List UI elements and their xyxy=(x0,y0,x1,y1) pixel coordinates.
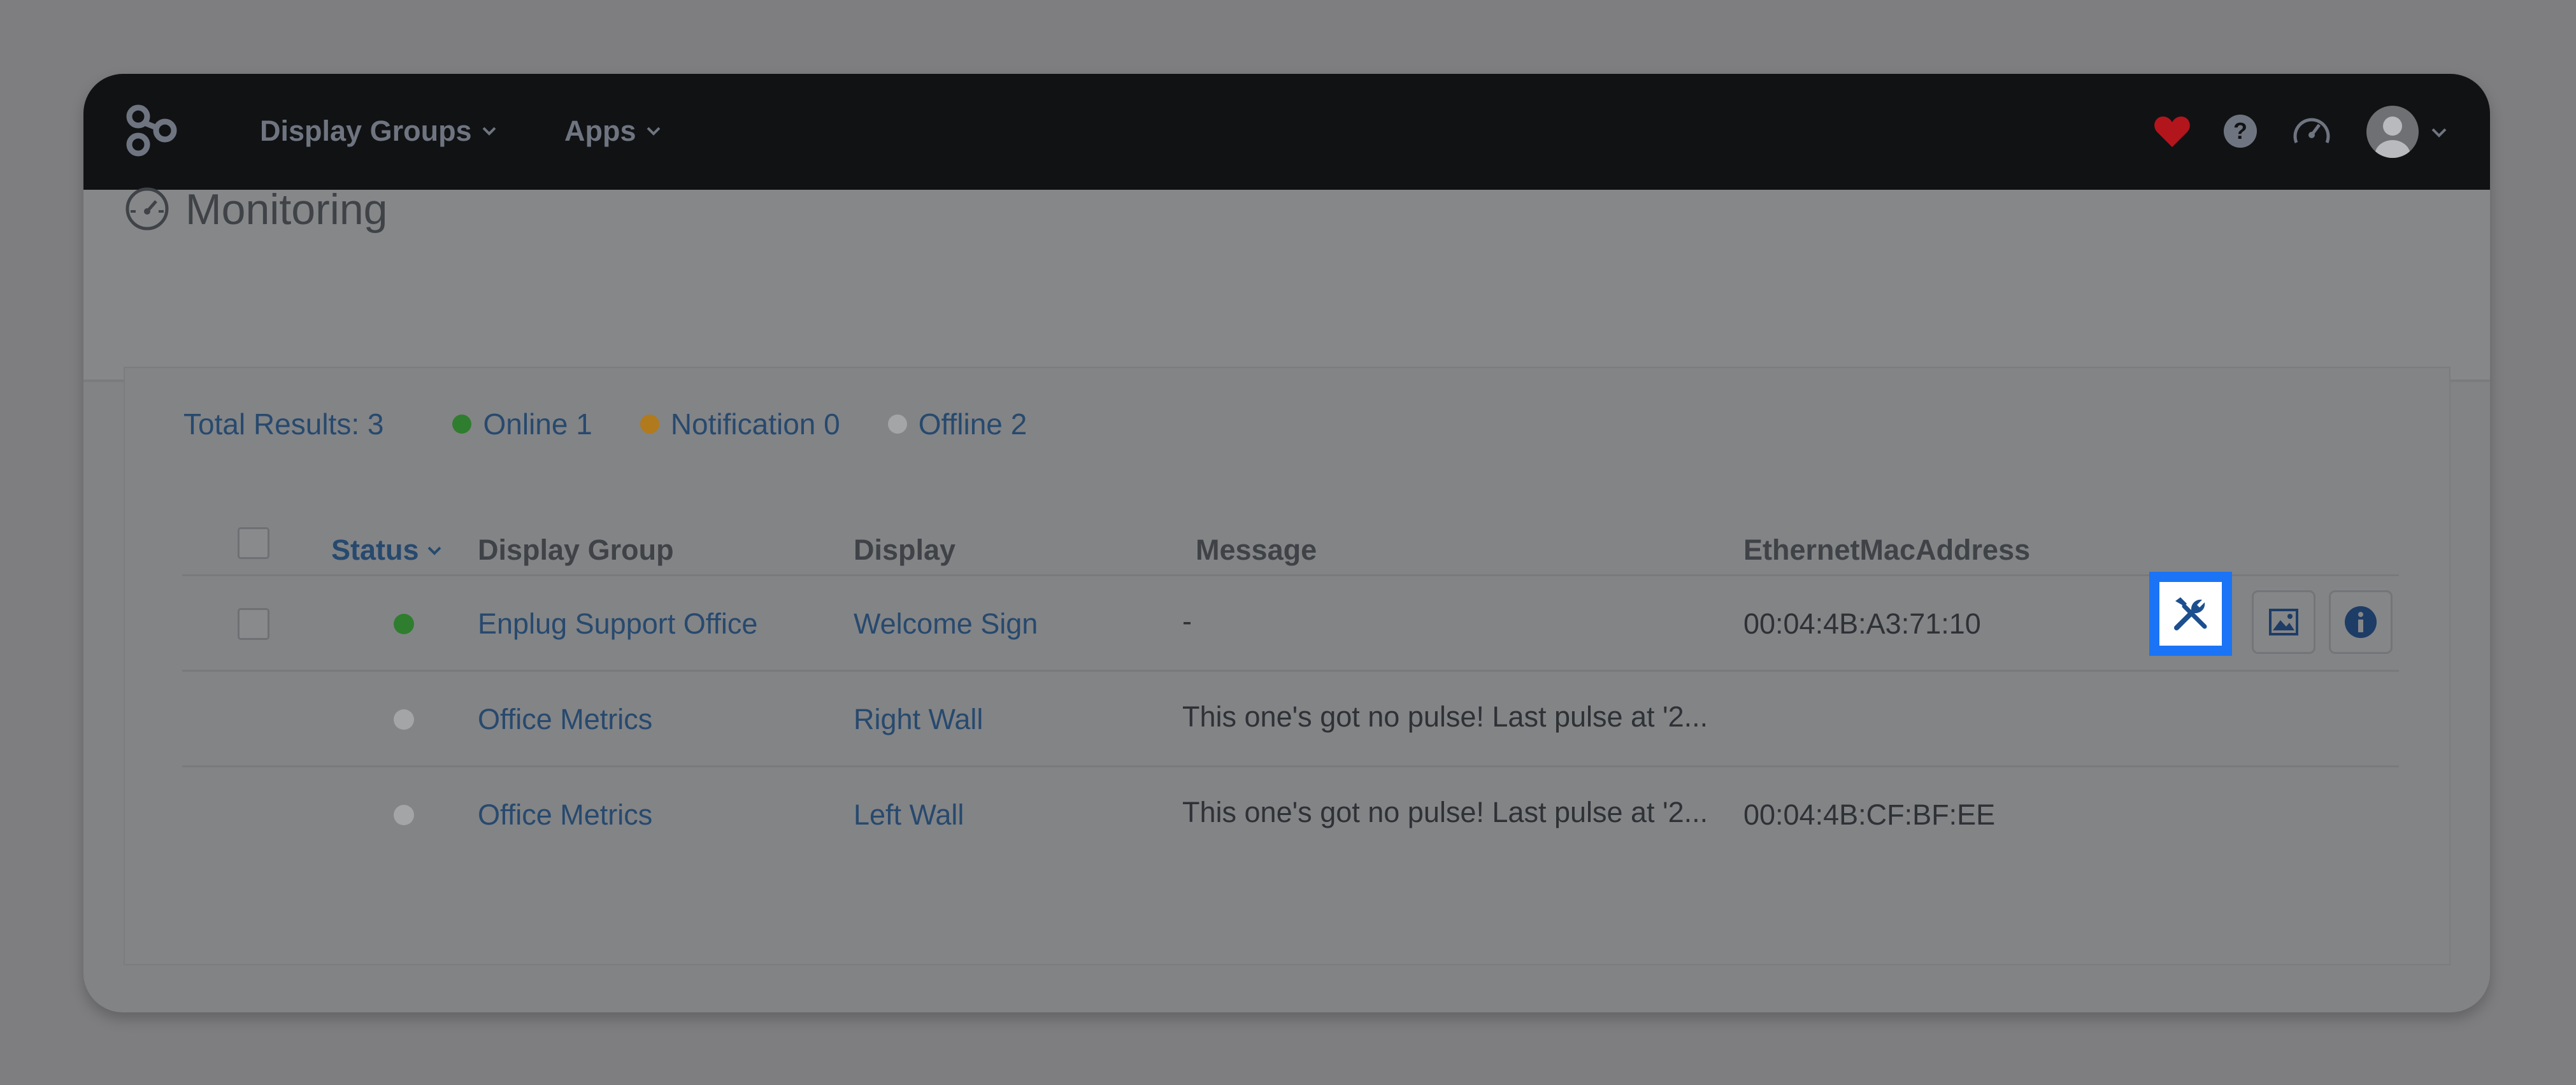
info-icon xyxy=(2345,606,2377,638)
filter-notification[interactable]: Notification 0 xyxy=(640,407,840,441)
nav-display-groups-label: Display Groups xyxy=(260,115,472,147)
sort-chevron-down-icon xyxy=(427,546,441,555)
nav-apps[interactable]: Apps xyxy=(564,112,662,150)
mac-address-column-header[interactable]: EthernetMacAddress xyxy=(1743,532,2030,568)
online-count: Online 1 xyxy=(483,408,592,441)
row-divider xyxy=(182,765,2399,767)
total-results: Total Results: 3 xyxy=(183,408,384,441)
online-dot-icon xyxy=(452,415,472,434)
select-all-checkbox[interactable] xyxy=(238,527,269,559)
tools-button[interactable] xyxy=(2149,572,2232,656)
display-group-link[interactable]: Enplug Support Office xyxy=(478,606,757,642)
display-link[interactable]: Welcome Sign xyxy=(854,606,1038,642)
filter-online[interactable]: Online 1 xyxy=(452,407,592,441)
user-avatar-icon[interactable] xyxy=(2366,106,2419,158)
row-divider xyxy=(182,670,2399,672)
results-summary: Total Results: 3 Online 1 Notification 0… xyxy=(183,405,1075,443)
display-group-link[interactable]: Office Metrics xyxy=(478,797,652,833)
row-checkbox[interactable] xyxy=(238,608,269,640)
status-online-indicator xyxy=(394,614,414,634)
status-offline-indicator xyxy=(394,805,414,825)
notification-count: Notification 0 xyxy=(670,408,840,441)
info-button[interactable] xyxy=(2329,590,2393,654)
display-group-column-header[interactable]: Display Group xyxy=(478,532,674,568)
enplug-logo-icon[interactable] xyxy=(123,103,180,160)
help-icon[interactable]: ? xyxy=(2222,113,2258,149)
preview-image-button[interactable] xyxy=(2252,590,2315,654)
display-group-link[interactable]: Office Metrics xyxy=(478,702,652,737)
message-text: - xyxy=(1182,605,1192,637)
status-header-label: Status xyxy=(331,534,419,566)
monitoring-gauge-icon xyxy=(125,187,169,230)
filter-offline[interactable]: Offline 2 xyxy=(887,407,1027,441)
mac-address-text: 00:04:4B:A3:71:10 xyxy=(1743,607,1981,640)
mac-address-text: 00:04:4B:CF:BF:EE xyxy=(1743,798,1996,831)
status-offline-indicator xyxy=(394,709,414,730)
page-title: Monitoring xyxy=(185,185,388,234)
offline-dot-icon xyxy=(887,415,907,434)
monitoring-gauge-icon[interactable] xyxy=(2291,112,2332,150)
notification-dot-icon xyxy=(640,415,659,434)
display-link[interactable]: Right Wall xyxy=(854,702,983,737)
chevron-down-icon xyxy=(647,127,660,136)
nav-display-groups[interactable]: Display Groups xyxy=(260,112,497,150)
status-column-header[interactable]: Status xyxy=(331,532,442,568)
tools-icon xyxy=(2174,597,2207,630)
message-text: This one's got no pulse! Last pulse at '… xyxy=(1182,796,1708,828)
chevron-down-icon xyxy=(482,127,496,136)
header-divider xyxy=(182,574,2399,576)
image-icon xyxy=(2269,609,2298,635)
display-link[interactable]: Left Wall xyxy=(854,797,964,833)
favorites-heart-icon[interactable] xyxy=(2154,113,2191,150)
offline-count: Offline 2 xyxy=(918,408,1027,441)
user-menu-chevron-down-icon[interactable] xyxy=(2430,124,2448,141)
page-header xyxy=(83,190,2490,382)
results-card: Total Results: 3 Online 1 Notification 0… xyxy=(124,367,2451,965)
top-navigation-bar: Display Groups Apps ? xyxy=(83,74,2490,190)
message-column-header[interactable]: Message xyxy=(1196,532,1317,568)
nav-apps-label: Apps xyxy=(564,115,636,147)
svg-text:?: ? xyxy=(2233,118,2247,144)
display-column-header[interactable]: Display xyxy=(854,532,955,568)
message-text: This one's got no pulse! Last pulse at '… xyxy=(1182,700,1708,733)
app-window: Display Groups Apps ? Monitoring Total R… xyxy=(83,74,2490,1012)
